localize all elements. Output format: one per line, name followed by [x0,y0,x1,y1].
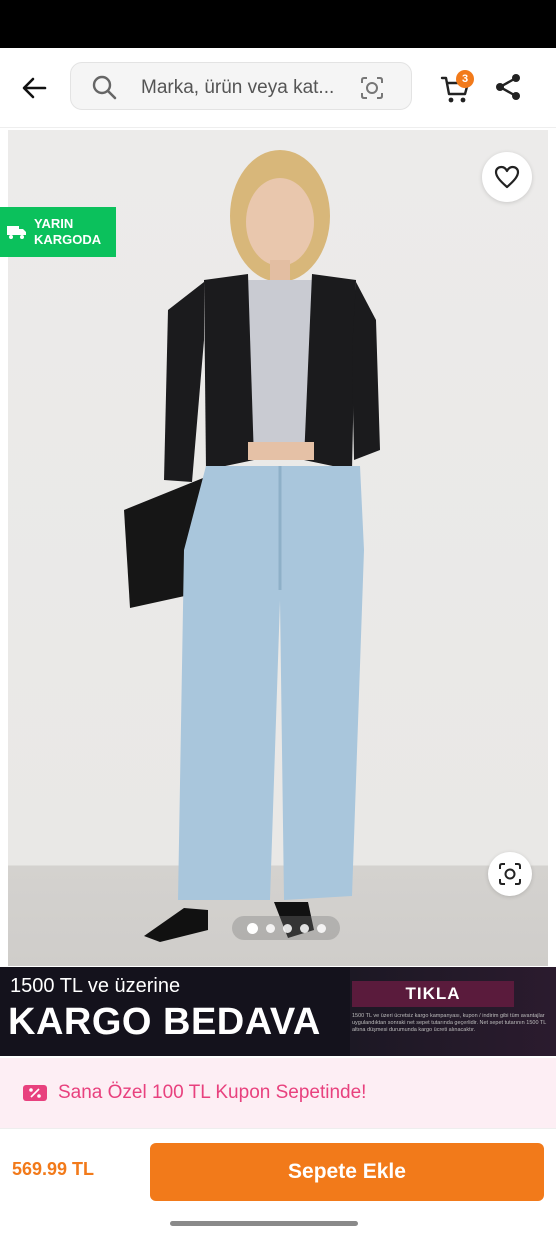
bottom-action-bar: 569.99 TL Sepete Ekle [0,1128,556,1235]
cart-count-badge: 3 [456,70,474,88]
free-shipping-banner[interactable]: 1500 TL ve üzerine KARGO BEDAVA TIKLA 15… [0,967,556,1056]
coupon-notice[interactable]: Sana Özel 100 TL Kupon Sepetinde! [0,1058,556,1128]
cart-button[interactable]: 3 [440,68,480,108]
delivery-badge-line1: YARIN [34,216,74,231]
pagination-dot[interactable] [265,923,275,933]
search-input[interactable]: Marka, ürün veya kat... [70,62,412,110]
image-pagination [232,916,340,940]
coupon-icon [23,1085,47,1101]
visual-search-button[interactable] [488,852,532,896]
search-icon [92,75,117,100]
product-price: 569.99 TL [12,1159,95,1179]
back-button[interactable] [16,70,52,106]
search-placeholder: Marka, ürün veya kat... [141,77,335,98]
arrow-back-icon [22,77,47,99]
fast-delivery-badge: YARIN KARGODA [0,207,116,257]
banner-cta-button[interactable]: TIKLA [352,981,514,1007]
camera-search-icon[interactable] [359,75,385,101]
banner-subtitle: 1500 TL ve üzerine [10,975,181,997]
delivery-badge-line2: KARGODA [34,232,102,247]
coupon-text: Sana Özel 100 TL Kupon Sepetinde! [58,1082,367,1103]
add-to-cart-button[interactable]: Sepete Ekle [150,1143,544,1201]
truck-icon [7,226,26,239]
status-bar [0,0,556,48]
lens-icon [499,863,521,885]
share-button[interactable] [494,72,522,102]
pagination-dot[interactable] [282,923,292,933]
favorite-button[interactable] [482,152,532,202]
banner-title: KARGO BEDAVA [8,1001,321,1043]
pagination-dot[interactable] [299,923,309,933]
pagination-dot[interactable] [316,923,326,933]
heart-icon [494,165,520,189]
home-indicator[interactable] [170,1221,358,1226]
top-app-bar: Marka, ürün veya kat... 3 [0,48,556,128]
share-icon [496,74,520,100]
pagination-dot[interactable] [246,922,258,934]
banner-fine-print: 1500 TL ve üzeri ücretsiz kargo kampanya… [352,1013,547,1033]
